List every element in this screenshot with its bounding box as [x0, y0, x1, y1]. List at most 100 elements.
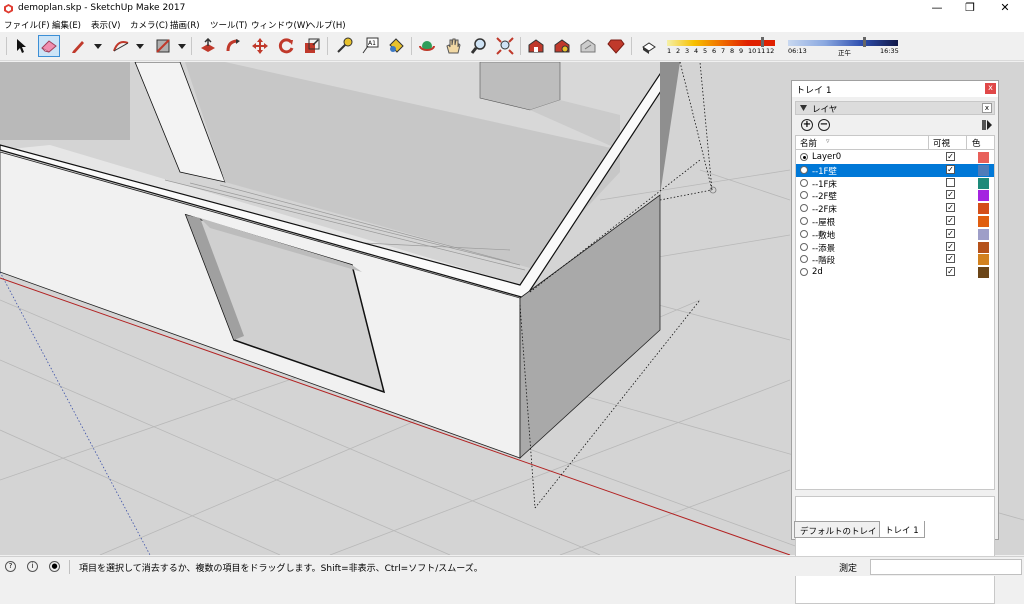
layer-name[interactable]: --添景	[812, 242, 835, 254]
zoom-tool-button[interactable]	[468, 35, 490, 57]
remove-layer-button[interactable]: −	[818, 119, 830, 131]
layer-row[interactable]: Layer0 ✓	[796, 151, 994, 164]
close-button[interactable]: ✕	[990, 0, 1020, 17]
column-separator[interactable]	[966, 136, 967, 150]
shadow-date-slider[interactable]	[667, 40, 775, 46]
menu-view[interactable]: 表示(V)	[91, 19, 120, 31]
user-account-icon[interactable]: ●	[49, 561, 60, 572]
layer-visible-checkbox[interactable]: ✓	[946, 254, 955, 264]
rectangle-dropdown-icon[interactable]	[178, 44, 186, 49]
active-layer-radio[interactable]	[800, 204, 808, 213]
pan-tool-button[interactable]	[442, 35, 464, 57]
tab-default-tray[interactable]: デフォルトのトレイ	[794, 521, 883, 538]
tray-title-bar[interactable]: トレイ 1 x	[792, 81, 998, 97]
layer-color-swatch[interactable]	[978, 254, 989, 266]
layer-row[interactable]: --1F壁 ✓	[796, 163, 994, 177]
layer-details-arrow-icon[interactable]	[981, 119, 993, 131]
sort-icon[interactable]: ▿	[826, 137, 830, 145]
layer-color-swatch[interactable]	[978, 216, 989, 227]
credits-icon[interactable]: i	[27, 561, 38, 572]
pencil-tool-button[interactable]	[67, 35, 89, 57]
active-layer-radio[interactable]	[800, 217, 808, 225]
rotate-tool-button[interactable]	[275, 35, 297, 57]
layer-visible-checkbox[interactable]: ✓	[946, 241, 955, 251]
layer-visible-checkbox[interactable]: ✓	[946, 164, 955, 174]
layer-color-swatch[interactable]	[978, 241, 989, 253]
layers-panel-close-button[interactable]: x	[982, 103, 992, 113]
minimize-button[interactable]: —	[922, 0, 952, 17]
zoom-extents-tool-button[interactable]	[494, 35, 516, 57]
active-layer-radio[interactable]	[800, 178, 808, 187]
eraser-tool-button[interactable]	[38, 35, 60, 57]
menu-camera[interactable]: カメラ(C)	[130, 19, 168, 31]
layer-color-swatch[interactable]	[978, 152, 989, 163]
active-layer-radio[interactable]	[800, 255, 808, 264]
layer-visible-checkbox[interactable]: ✓	[946, 216, 955, 225]
layer-visible-checkbox[interactable]: ✓	[946, 203, 955, 213]
3d-warehouse-button[interactable]	[525, 35, 547, 57]
shadows-toggle-button[interactable]	[638, 35, 660, 57]
layer-color-swatch[interactable]	[978, 228, 989, 240]
shadow-date-thumb[interactable]	[761, 37, 764, 47]
layer-row[interactable]: 2d ✓	[796, 266, 994, 279]
layer-visible-checkbox[interactable]	[946, 177, 955, 187]
layer-visible-checkbox[interactable]: ✓	[946, 228, 955, 238]
layer-color-swatch[interactable]	[978, 177, 989, 189]
layer-row[interactable]: --屋根 ✓	[796, 215, 994, 228]
shadow-time-slider[interactable]	[788, 40, 898, 46]
measurements-input[interactable]	[870, 559, 1022, 575]
share-model-button[interactable]	[577, 35, 599, 57]
menu-window[interactable]: ウィンドウ(W)	[251, 19, 309, 31]
add-layer-button[interactable]: +	[801, 119, 813, 131]
layer-row[interactable]: --2F壁 ✓	[796, 189, 994, 202]
tape-measure-tool-button[interactable]	[333, 35, 355, 57]
layer-visible-checkbox[interactable]: ✓	[946, 190, 955, 200]
layer-name[interactable]: --階段	[812, 254, 835, 266]
layer-row[interactable]: --2F床 ✓	[796, 202, 994, 215]
layer-name[interactable]: --2F壁	[812, 190, 837, 202]
pencil-dropdown-icon[interactable]	[94, 44, 102, 49]
layer-name[interactable]: --屋根	[812, 216, 835, 228]
column-separator[interactable]	[928, 136, 929, 150]
column-name[interactable]: 名前	[800, 137, 817, 149]
column-color[interactable]: 色	[972, 137, 981, 149]
layer-name[interactable]: 2d	[812, 267, 823, 277]
layer-row[interactable]: --1F床	[796, 177, 994, 190]
tray-close-button[interactable]: x	[985, 83, 996, 94]
layer-color-swatch[interactable]	[978, 164, 989, 176]
paint-bucket-tool-button[interactable]	[385, 35, 407, 57]
layer-row[interactable]: --階段 ✓	[796, 253, 994, 266]
menu-help[interactable]: ヘルプ(H)	[307, 19, 346, 31]
rectangle-tool-button[interactable]	[152, 35, 174, 57]
shadow-time-thumb[interactable]	[863, 37, 866, 47]
layer-color-swatch[interactable]	[978, 203, 989, 215]
active-layer-radio[interactable]	[800, 229, 808, 238]
layer-row[interactable]: --敷地 ✓	[796, 228, 994, 241]
active-layer-radio[interactable]	[800, 165, 808, 174]
column-visible[interactable]: 可視	[933, 137, 950, 149]
layer-name[interactable]: Layer0	[812, 152, 841, 162]
menu-tools[interactable]: ツール(T)	[210, 19, 247, 31]
menu-file[interactable]: ファイル(F)	[4, 19, 50, 31]
arc-tool-button[interactable]	[110, 35, 132, 57]
layer-name[interactable]: --1F壁	[812, 165, 837, 177]
move-tool-button[interactable]	[249, 35, 271, 57]
select-tool-button[interactable]	[10, 35, 32, 57]
scale-tool-button[interactable]	[301, 35, 323, 57]
layer-name[interactable]: --敷地	[812, 229, 835, 241]
collapse-triangle-icon[interactable]	[800, 105, 807, 111]
geo-location-icon[interactable]: ?	[5, 561, 16, 572]
active-layer-radio[interactable]	[800, 153, 808, 161]
restore-button[interactable]: ❐	[955, 0, 985, 17]
active-layer-radio[interactable]	[800, 268, 808, 277]
layer-color-swatch[interactable]	[978, 190, 989, 202]
active-layer-radio[interactable]	[800, 242, 808, 251]
tab-tray-1[interactable]: トレイ 1	[879, 521, 925, 538]
layer-visible-checkbox[interactable]: ✓	[946, 267, 955, 277]
orbit-tool-button[interactable]	[416, 35, 438, 57]
layer-name[interactable]: --1F床	[812, 178, 837, 190]
menu-draw[interactable]: 描画(R)	[170, 19, 200, 31]
push-pull-tool-button[interactable]	[197, 35, 219, 57]
ruby-console-button[interactable]	[605, 35, 627, 57]
layers-panel-header[interactable]: レイヤ x	[795, 101, 995, 115]
